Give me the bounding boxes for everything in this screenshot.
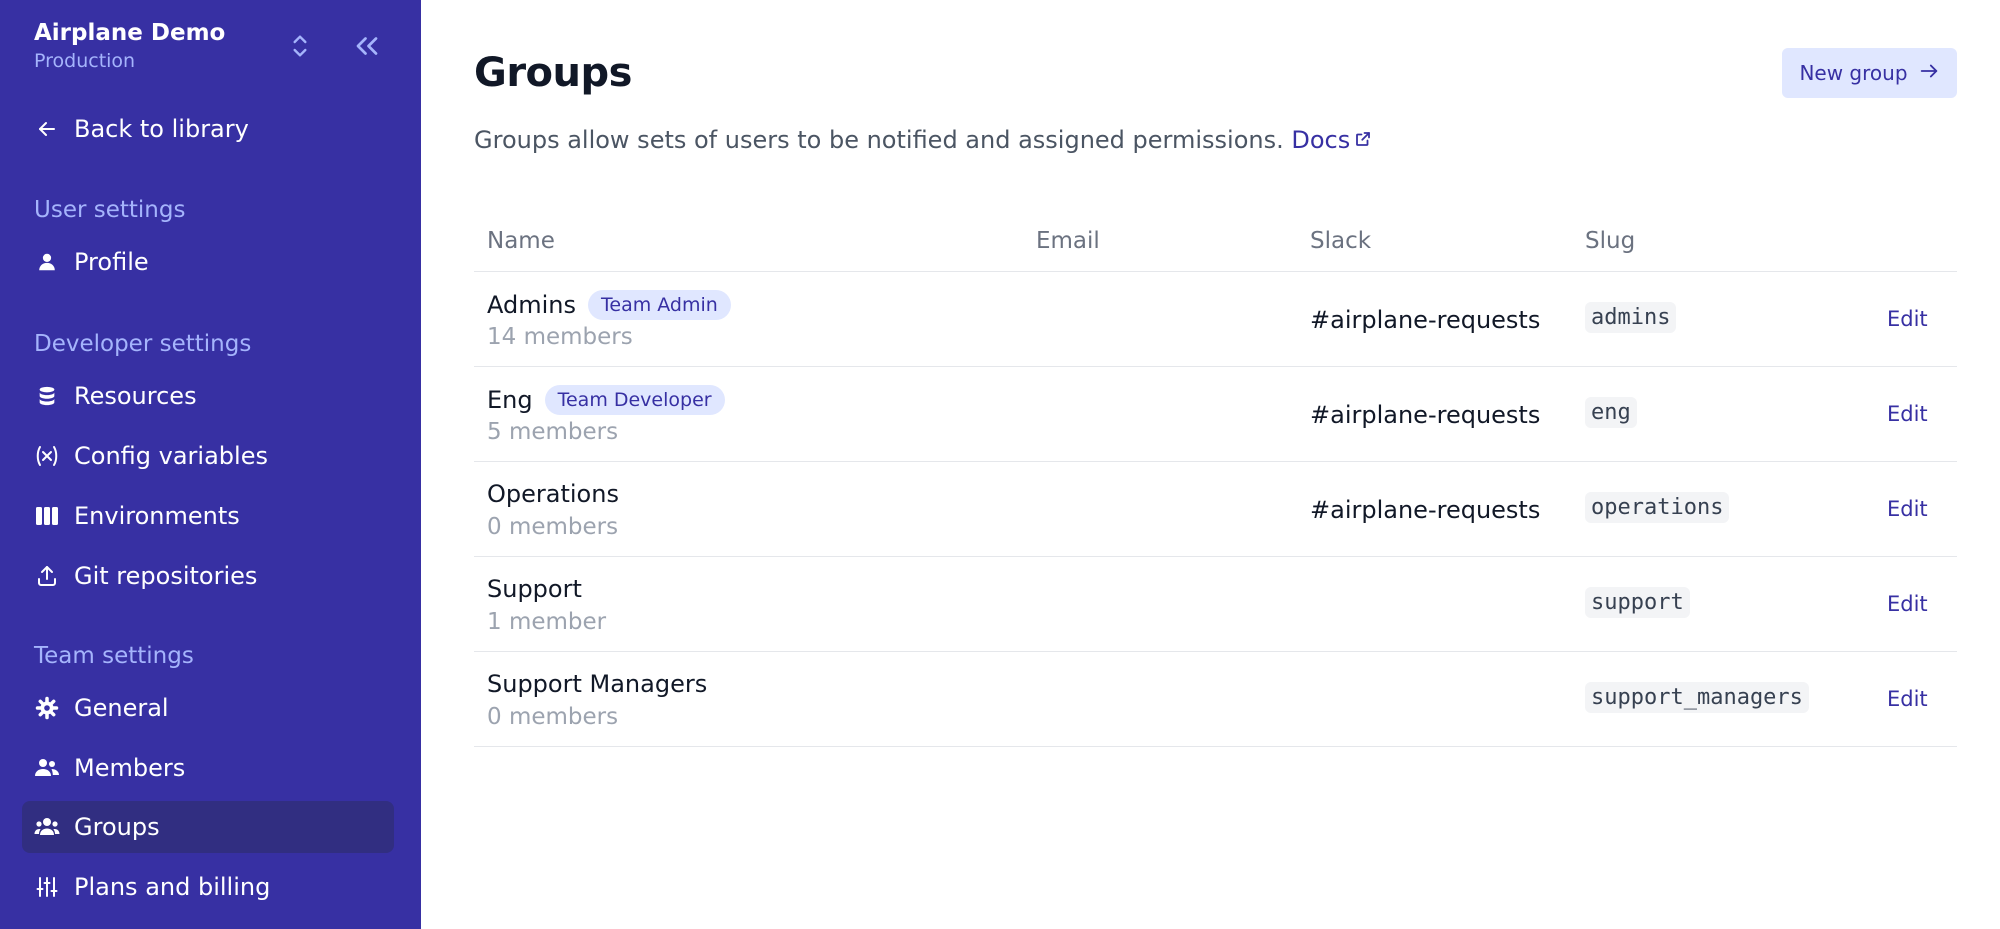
edit-group-link[interactable]: Edit	[1887, 307, 1928, 331]
workspace-name: Airplane Demo	[34, 20, 226, 46]
edit-group-link[interactable]: Edit	[1887, 687, 1928, 711]
variable-icon	[34, 443, 60, 469]
arrow-left-icon	[34, 116, 60, 142]
sidebar-item-label: Config variables	[74, 442, 268, 470]
member-count: 1 member	[487, 609, 607, 635]
main-content: Groups Groups allow sets of users to be …	[421, 0, 2000, 929]
sidebar-item-label: Profile	[74, 248, 149, 276]
user-group-icon	[34, 814, 60, 840]
sidebar: Airplane Demo Production Back to library…	[0, 0, 421, 929]
table-row: Support Managers 0 members support_manag…	[474, 652, 1957, 747]
group-slug: operations	[1585, 492, 1730, 523]
table-row: Admins Team Admin 14 members #airplane-r…	[474, 272, 1957, 367]
group-name: Support	[487, 575, 582, 603]
back-to-library-label: Back to library	[74, 115, 249, 143]
back-to-library-link[interactable]: Back to library	[22, 103, 394, 155]
slack-channel: #airplane-requests	[1310, 496, 1541, 524]
workspace-switcher[interactable]: Airplane Demo Production	[34, 20, 394, 76]
section-title-team-settings: Team settings	[34, 643, 194, 669]
group-name-cell: Eng Team Developer	[487, 385, 725, 415]
group-slug: admins	[1585, 302, 1677, 333]
page-description: Groups allow sets of users to be notifie…	[474, 126, 1372, 154]
collapse-sidebar-icon[interactable]	[349, 28, 385, 64]
sidebar-item-label: General	[74, 694, 169, 722]
page-description-text: Groups allow sets of users to be notifie…	[474, 126, 1284, 154]
person-icon	[34, 249, 60, 275]
database-icon	[34, 383, 60, 409]
upload-icon	[34, 563, 60, 589]
role-badge: Team Developer	[544, 385, 725, 415]
section-title-developer-settings: Developer settings	[34, 331, 252, 357]
sidebar-item-profile[interactable]: Profile	[22, 236, 394, 288]
sidebar-item-label: Groups	[74, 813, 160, 841]
slack-channel: #airplane-requests	[1310, 306, 1541, 334]
column-header-email: Email	[1036, 228, 1100, 254]
table-row: Operations 0 members #airplane-requests …	[474, 462, 1957, 557]
role-badge: Team Admin	[588, 290, 731, 320]
group-slug: eng	[1585, 397, 1637, 428]
edit-group-link[interactable]: Edit	[1887, 497, 1928, 521]
column-header-slug: Slug	[1585, 228, 1636, 254]
edit-group-link[interactable]: Edit	[1887, 402, 1928, 426]
sidebar-item-config-variables[interactable]: Config variables	[22, 430, 394, 482]
users-icon	[34, 755, 60, 781]
group-name: Eng	[487, 386, 533, 414]
columns-icon	[34, 503, 60, 529]
group-name-cell: Support	[487, 575, 582, 603]
member-count: 0 members	[487, 514, 619, 540]
new-group-button[interactable]: New group	[1782, 48, 1957, 98]
group-name-cell: Admins Team Admin	[487, 290, 731, 320]
sidebar-item-label: Plans and billing	[74, 873, 271, 901]
member-count: 5 members	[487, 419, 619, 445]
table-row: Eng Team Developer 5 members #airplane-r…	[474, 367, 1957, 462]
sidebar-item-general[interactable]: General	[22, 682, 394, 734]
new-group-button-label: New group	[1799, 61, 1908, 85]
sidebar-item-resources[interactable]: Resources	[22, 370, 394, 422]
groups-table: Name Email Slack Slug Admins Team Admin …	[474, 212, 1957, 747]
group-name-cell: Operations	[487, 480, 619, 508]
column-header-name: Name	[487, 228, 555, 254]
table-row: Support 1 member support Edit	[474, 557, 1957, 652]
docs-link-label: Docs	[1291, 126, 1351, 154]
slack-channel: #airplane-requests	[1310, 401, 1541, 429]
sidebar-item-environments[interactable]: Environments	[22, 490, 394, 542]
sidebar-item-plans-and-billing[interactable]: Plans and billing	[22, 861, 394, 913]
page-title: Groups	[474, 50, 632, 96]
section-title-user-settings: User settings	[34, 197, 186, 223]
sliders-icon	[34, 874, 60, 900]
chevron-up-down-icon[interactable]	[284, 30, 316, 62]
gear-icon	[34, 695, 60, 721]
sidebar-item-label: Git repositories	[74, 562, 258, 590]
group-name: Operations	[487, 480, 619, 508]
environment-name: Production	[34, 50, 136, 72]
external-link-icon	[1354, 126, 1372, 154]
group-name: Support Managers	[487, 670, 708, 698]
group-name: Admins	[487, 291, 576, 319]
sidebar-item-label: Members	[74, 754, 186, 782]
arrow-right-icon	[1918, 60, 1940, 87]
group-name-cell: Support Managers	[487, 670, 707, 698]
group-slug: support_managers	[1585, 682, 1809, 713]
sidebar-item-members[interactable]: Members	[22, 742, 394, 794]
member-count: 14 members	[487, 324, 633, 350]
sidebar-item-groups[interactable]: Groups	[22, 801, 394, 853]
edit-group-link[interactable]: Edit	[1887, 592, 1928, 616]
table-header: Name Email Slack Slug	[474, 212, 1957, 272]
docs-link[interactable]: Docs	[1291, 126, 1372, 154]
sidebar-item-label: Environments	[74, 502, 240, 530]
member-count: 0 members	[487, 704, 619, 730]
column-header-slack: Slack	[1310, 228, 1372, 254]
sidebar-item-label: Resources	[74, 382, 197, 410]
group-slug: support	[1585, 587, 1690, 618]
sidebar-item-git-repositories[interactable]: Git repositories	[22, 550, 394, 602]
